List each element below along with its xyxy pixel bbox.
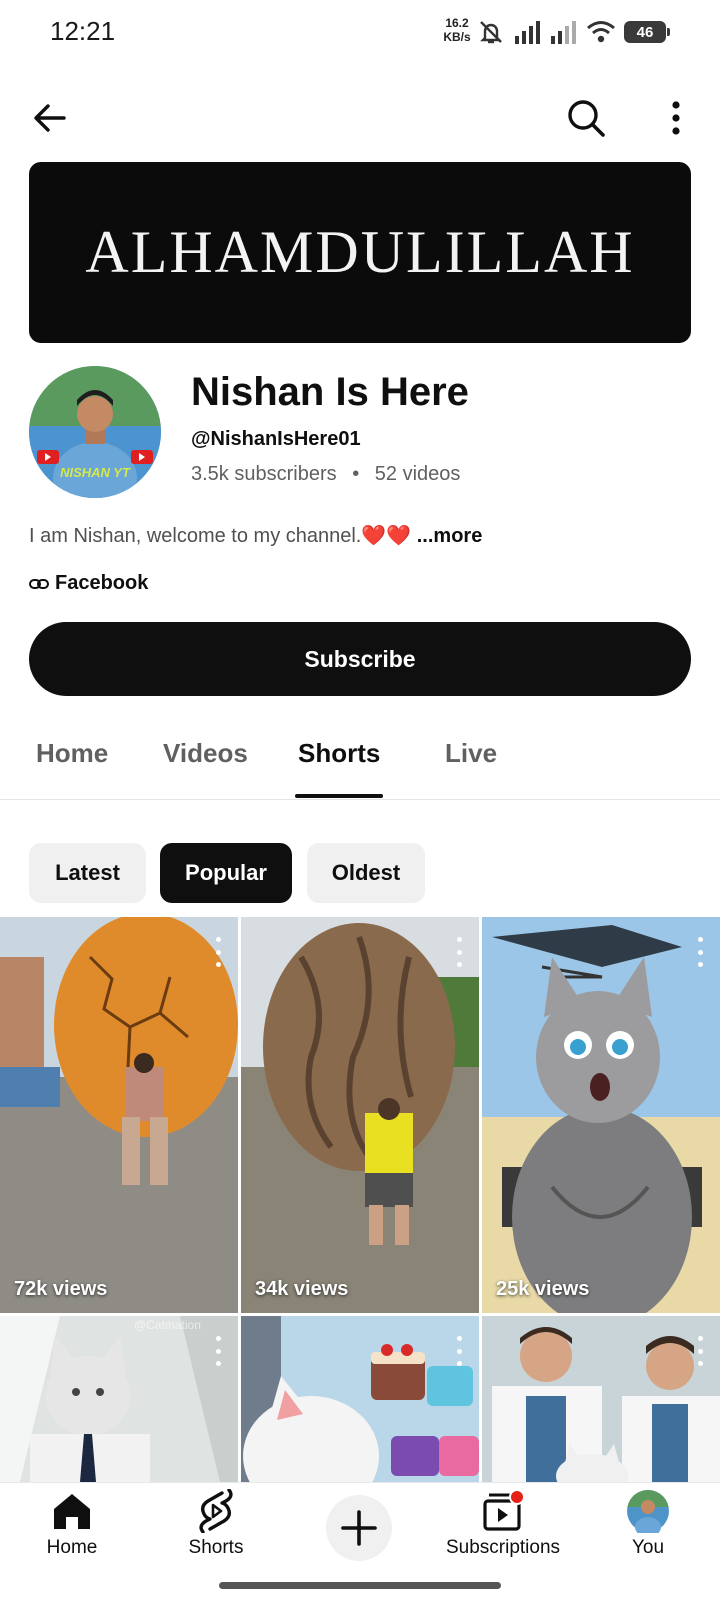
nav-shorts-label: Shorts [188,1537,244,1558]
status-time: 12:21 [50,16,116,46]
short-views: 72k views [14,1278,108,1300]
signal-icon [515,21,540,44]
short-tile[interactable]: 25k views [482,917,720,1313]
nav-you[interactable]: You [612,1489,684,1559]
channel-avatar[interactable]: NISHAN YT [29,366,161,498]
banner-text: ALHAMDULILLAH [85,219,635,285]
channel-name: Nishan Is Here [191,370,469,414]
short-menu-button[interactable] [692,1336,708,1366]
shorts-grid: 72k views 34k views 25k views @Catmation [0,917,720,1482]
short-views: 25k views [496,1278,590,1300]
signal-weak-icon [551,21,576,44]
nav-subscriptions[interactable]: Subscriptions [436,1489,570,1559]
link-icon [29,578,49,589]
more-options-button[interactable] [648,90,704,146]
short-tile[interactable] [241,1316,479,1482]
tab-videos[interactable]: Videos [163,738,248,769]
network-speed-unit: KB/s [443,30,471,44]
channel-stats: 3.5k subscribers • 52 videos [191,463,460,486]
short-menu-button[interactable] [451,937,467,967]
chip-oldest[interactable]: Oldest [307,843,425,903]
avatar-logo-text: NISHAN YT [60,465,130,480]
channel-link[interactable]: Facebook [29,572,148,595]
status-bar: 12:21 16.2 KB/s 46 [0,0,720,66]
subscriber-count: 3.5k subscribers [191,463,337,485]
wifi-icon [587,21,615,43]
channel-banner[interactable]: ALHAMDULILLAH [29,162,691,343]
active-tab-indicator [295,794,383,798]
subscriptions-icon [483,1489,525,1531]
channel-description[interactable]: I am Nishan, welcome to my channel.❤️❤️ … [29,523,482,548]
nav-you-label: You [631,1537,665,1558]
channel-tabs: Home Videos Shorts Live [0,730,720,800]
short-tile[interactable] [482,1316,720,1482]
short-menu-button[interactable] [210,1336,226,1366]
short-menu-button[interactable] [692,937,708,967]
shorts-icon [199,1489,233,1533]
channel-handle: @NishanIsHere01 [191,428,361,450]
tab-home[interactable]: Home [36,738,108,769]
create-icon [341,1510,377,1546]
tab-shorts[interactable]: Shorts [298,738,380,769]
short-watermark: @Catmation [134,1318,201,1332]
tab-live[interactable]: Live [445,738,497,769]
link-label: Facebook [55,572,149,594]
top-bar [0,86,720,150]
home-indicator[interactable] [219,1582,501,1589]
nav-shorts[interactable]: Shorts [176,1489,256,1559]
nav-home-label: Home [46,1537,98,1558]
short-views: 34k views [255,1278,349,1300]
back-button[interactable] [22,90,78,146]
more-link[interactable]: ...more [417,525,483,547]
network-speed: 16.2 KB/s [440,16,474,44]
video-count: 52 videos [374,463,461,485]
cat-helicopter-thumbnail [482,917,720,1313]
back-arrow-icon [34,104,66,132]
search-button[interactable] [558,90,614,146]
subscribe-button[interactable]: Subscribe [29,622,691,696]
nav-home[interactable]: Home [36,1489,108,1559]
short-tile[interactable]: @Catmation [0,1316,238,1482]
chip-latest[interactable]: Latest [29,843,146,903]
giant-egg-thumbnail [0,917,238,1313]
mute-bell-icon [480,21,502,44]
chip-popular[interactable]: Popular [160,843,292,903]
short-tile[interactable]: 34k views [241,917,479,1313]
search-icon [568,100,605,137]
doctors-cat-thumbnail [482,1316,720,1482]
description-text: I am Nishan, welcome to my channel.❤️❤️ [29,525,412,547]
home-icon [54,1494,90,1529]
channel-page: 12:21 16.2 KB/s 46 ALHAMDULILLAH NISHAN … [0,0,720,1600]
short-menu-button[interactable] [451,1336,467,1366]
giant-walnut-thumbnail [241,917,479,1313]
cat-cakes-thumbnail [241,1316,479,1482]
stats-separator: • [352,463,360,485]
create-button[interactable] [326,1495,392,1561]
avatar-icon [626,1489,670,1533]
notification-dot [509,1489,525,1505]
network-speed-value: 16.2 [445,16,469,30]
short-tile[interactable]: 72k views [0,917,238,1313]
nav-subscriptions-label: Subscriptions [445,1537,561,1558]
short-menu-button[interactable] [210,937,226,967]
battery-icon: 46 [624,21,670,43]
cat-office-thumbnail [0,1316,238,1482]
more-vert-icon [672,101,680,135]
status-icons: 46 [476,16,670,48]
